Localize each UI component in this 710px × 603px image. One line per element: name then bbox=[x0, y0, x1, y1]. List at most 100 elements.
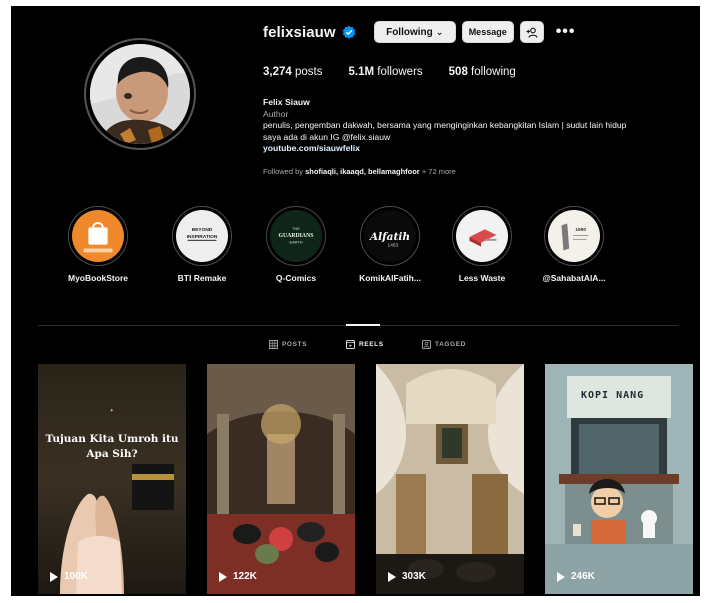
tab-posts-label: POSTS bbox=[282, 341, 308, 348]
posts-count-value: 3,274 bbox=[263, 66, 292, 78]
map-icon: 1990 bbox=[548, 210, 600, 262]
bio-category: Author bbox=[263, 108, 289, 119]
alfatih-logo-icon: Alfatih 1453 bbox=[364, 210, 416, 262]
reels-icon bbox=[346, 340, 355, 349]
tab-tagged[interactable]: TAGGED bbox=[422, 340, 466, 349]
highlight-label: BTI Remake bbox=[177, 273, 227, 283]
message-button[interactable]: Message bbox=[461, 21, 514, 43]
following-button[interactable]: Following ⌄ bbox=[373, 21, 456, 43]
posts-count-label: posts bbox=[294, 66, 323, 78]
reel-view-count: 122K bbox=[219, 571, 257, 582]
following-count-label: following bbox=[471, 66, 516, 78]
profile-header-row: felixsiauw Following ⌄ Message ••• bbox=[263, 20, 576, 44]
highlight-label: MyoBookStore bbox=[68, 273, 128, 283]
play-icon bbox=[388, 571, 396, 582]
followers-count[interactable]: 5.1M followers bbox=[348, 66, 422, 78]
tab-reels-label: REELS bbox=[359, 341, 384, 348]
highlight-ring bbox=[68, 206, 128, 266]
reel-thumbnail[interactable]: 303K bbox=[376, 364, 524, 594]
tagged-icon bbox=[422, 340, 431, 349]
verified-badge-icon bbox=[342, 25, 356, 39]
followed-by[interactable]: Followed by shofiaqli, ikaaqd, bellamagh… bbox=[263, 167, 456, 176]
reel-thumbnail[interactable]: ✦ Tujuan Kita Umroh itu Apa Sih? 100K bbox=[38, 364, 186, 594]
highlight-q-comics[interactable]: THE GUARDIANS EARTH Q-Comics bbox=[250, 206, 342, 283]
reel-views-label: 122K bbox=[233, 571, 257, 582]
highlight-ring bbox=[452, 206, 512, 266]
reel-caption: Tujuan Kita Umroh itu Apa Sih? bbox=[45, 433, 179, 460]
message-button-label: Message bbox=[468, 27, 507, 37]
svg-text:BEYOND: BEYOND bbox=[192, 227, 213, 233]
svg-text:Alfatih: Alfatih bbox=[369, 231, 410, 243]
more-options-icon[interactable]: ••• bbox=[556, 24, 576, 40]
add-person-icon bbox=[526, 27, 538, 38]
highlight-label: Q-Comics bbox=[275, 273, 317, 283]
followers-count-value: 5.1M bbox=[348, 66, 375, 78]
avatar-photo bbox=[90, 44, 190, 144]
reel-thumbnail[interactable]: 122K bbox=[207, 364, 355, 594]
active-tab-indicator bbox=[346, 324, 380, 326]
reel-image bbox=[376, 364, 524, 594]
svg-text:GUARDIANS: GUARDIANS bbox=[279, 233, 314, 239]
bio-text-line-1: penulis, pengemban dakwah, bersama yang … bbox=[263, 120, 627, 131]
svg-text:1990: 1990 bbox=[575, 227, 586, 233]
bio-link[interactable]: youtube.com/siauwfelix bbox=[263, 143, 693, 155]
reel-image bbox=[207, 364, 355, 594]
svg-text:1453: 1453 bbox=[388, 243, 399, 249]
reel-brand-mark: ✦ bbox=[109, 408, 115, 414]
profile-stats: 3,274 posts 5.1M followers 508 following bbox=[263, 66, 542, 78]
book-icon bbox=[456, 210, 508, 262]
highlight-ring: Alfatih 1453 bbox=[360, 206, 420, 266]
highlight-komik-alfatih[interactable]: Alfatih 1453 KomikAlFatih... bbox=[344, 206, 436, 283]
highlight-label: @SahabatAlA... bbox=[542, 273, 606, 283]
play-icon bbox=[50, 571, 58, 582]
highlight-ring: BEYOND INSPIRATION bbox=[172, 206, 232, 266]
reel-views-label: 303K bbox=[402, 571, 426, 582]
username: felixsiauw bbox=[263, 23, 336, 41]
instagram-profile-page: felixsiauw Following ⌄ Message ••• 3,274… bbox=[11, 6, 700, 596]
svg-text:EARTH: EARTH bbox=[290, 241, 303, 245]
profile-avatar-ring[interactable] bbox=[84, 38, 196, 150]
play-icon bbox=[219, 571, 227, 582]
tab-posts[interactable]: POSTS bbox=[269, 340, 307, 349]
followed-by-prefix: Followed by bbox=[263, 167, 304, 176]
highlight-myobookstore[interactable]: MyoBookStore bbox=[52, 206, 144, 283]
reel-image bbox=[38, 364, 186, 594]
highlight-sahabat[interactable]: 1990 @SahabatAlA... bbox=[528, 206, 620, 283]
profile-bio: Felix Siauw Author penulis, pengemban da… bbox=[263, 97, 693, 155]
reel-thumbnail[interactable]: KOPI NANG 246K bbox=[545, 364, 693, 594]
posts-count: 3,274 posts bbox=[263, 66, 322, 78]
tab-reels[interactable]: REELS bbox=[346, 340, 384, 349]
reel-title: KOPI NANG bbox=[581, 390, 645, 401]
reel-view-count: 246K bbox=[557, 571, 595, 582]
following-count-value: 508 bbox=[448, 66, 468, 78]
following-button-label: Following bbox=[386, 26, 433, 38]
highlight-ring: 1990 bbox=[544, 206, 604, 266]
highlight-label: KomikAlFatih... bbox=[359, 273, 421, 283]
grid-icon bbox=[269, 340, 278, 349]
following-count[interactable]: 508 following bbox=[449, 66, 516, 78]
followers-count-label: followers bbox=[377, 66, 423, 78]
play-icon bbox=[557, 571, 565, 582]
story-highlights: MyoBookStore BEYOND INSPIRATION BTI Rema… bbox=[52, 206, 672, 296]
bio-text-line-2: saya ada di akun IG @felix.siauw bbox=[263, 131, 391, 142]
bio-full-name: Felix Siauw bbox=[263, 97, 310, 107]
highlight-less-waste[interactable]: Less Waste bbox=[436, 206, 528, 283]
suggested-accounts-button[interactable] bbox=[519, 21, 544, 43]
reel-views-label: 100K bbox=[64, 571, 88, 582]
followed-by-more: + 72 more bbox=[421, 167, 456, 176]
avatar bbox=[90, 44, 190, 144]
highlight-ring: THE GUARDIANS EARTH bbox=[266, 206, 326, 266]
svg-text:INSPIRATION: INSPIRATION bbox=[187, 234, 218, 240]
shopping-bag-icon bbox=[72, 210, 124, 262]
tab-tagged-label: TAGGED bbox=[435, 341, 466, 348]
svg-text:THE: THE bbox=[292, 227, 300, 231]
highlight-bti-remake[interactable]: BEYOND INSPIRATION BTI Remake bbox=[156, 206, 248, 283]
highlight-label: Less Waste bbox=[458, 273, 506, 283]
bti-logo-icon: BEYOND INSPIRATION bbox=[176, 210, 228, 262]
reel-views-label: 246K bbox=[571, 571, 595, 582]
guardians-logo-icon: THE GUARDIANS EARTH bbox=[270, 210, 322, 262]
chevron-down-icon: ⌄ bbox=[435, 26, 444, 37]
reel-view-count: 303K bbox=[388, 571, 426, 582]
followed-by-names: shofiaqli, ikaaqd, bellamaghfoor bbox=[305, 167, 420, 176]
reel-view-count: 100K bbox=[50, 571, 88, 582]
